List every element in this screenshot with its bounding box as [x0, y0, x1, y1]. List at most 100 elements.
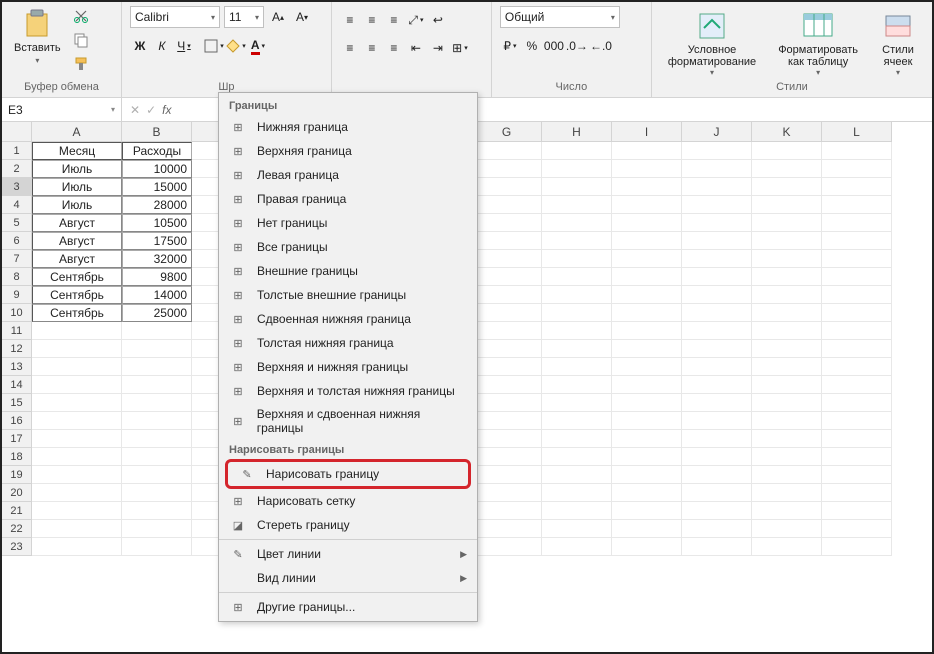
cut-button[interactable] [71, 6, 91, 26]
row-header[interactable]: 10 [2, 304, 32, 322]
cell[interactable] [612, 466, 682, 484]
cell[interactable] [472, 322, 542, 340]
cell[interactable] [32, 448, 122, 466]
cell[interactable] [32, 376, 122, 394]
cell[interactable] [752, 520, 822, 538]
currency-button[interactable]: ₽▾ [500, 36, 520, 56]
cell[interactable] [612, 268, 682, 286]
cell[interactable] [752, 358, 822, 376]
cell[interactable] [612, 160, 682, 178]
cell[interactable] [752, 196, 822, 214]
align-center-button[interactable]: ≡ [362, 38, 382, 58]
cell[interactable] [682, 196, 752, 214]
menu-item-draw-border[interactable]: ✎ Нарисовать границу [228, 462, 468, 486]
cell[interactable] [472, 250, 542, 268]
cell[interactable] [472, 340, 542, 358]
merge-button[interactable]: ⊞▾ [450, 38, 470, 58]
menu-item-border-option[interactable]: ⊞Левая граница [219, 163, 477, 187]
cell[interactable] [682, 394, 752, 412]
font-size-select[interactable]: 11▾ [224, 6, 264, 28]
cell[interactable] [542, 322, 612, 340]
cell[interactable] [472, 358, 542, 376]
row-header[interactable]: 6 [2, 232, 32, 250]
menu-item-border-option[interactable]: ⊞Верхняя и толстая нижняя границы [219, 379, 477, 403]
bold-button[interactable]: Ж [130, 36, 150, 56]
select-all-corner[interactable] [2, 122, 32, 142]
cell[interactable] [472, 142, 542, 160]
fill-color-button[interactable]: ▾ [226, 36, 246, 56]
cell[interactable] [682, 448, 752, 466]
menu-item-border-option[interactable]: ⊞Нижняя граница [219, 115, 477, 139]
menu-item-other-borders[interactable]: ⊞ Другие границы... [219, 595, 477, 619]
cell[interactable] [612, 412, 682, 430]
cell[interactable] [822, 160, 892, 178]
cell[interactable] [612, 304, 682, 322]
column-header[interactable]: K [752, 122, 822, 142]
cell[interactable] [32, 412, 122, 430]
cell[interactable] [822, 448, 892, 466]
cell[interactable] [122, 322, 192, 340]
wrap-text-button[interactable]: ↩ [428, 10, 448, 30]
cell[interactable] [32, 430, 122, 448]
cell[interactable]: Сентябрь [32, 268, 122, 286]
cell[interactable] [542, 214, 612, 232]
row-header[interactable]: 8 [2, 268, 32, 286]
cell[interactable] [122, 394, 192, 412]
cell[interactable] [122, 412, 192, 430]
cell[interactable] [612, 286, 682, 304]
cell[interactable]: Август [32, 250, 122, 268]
cell[interactable] [612, 196, 682, 214]
row-header[interactable]: 7 [2, 250, 32, 268]
row-header[interactable]: 16 [2, 412, 32, 430]
cell[interactable] [682, 268, 752, 286]
cell[interactable] [542, 286, 612, 304]
cell[interactable] [472, 448, 542, 466]
cell[interactable] [822, 178, 892, 196]
cell[interactable] [542, 448, 612, 466]
decrease-font-button[interactable]: A▾ [292, 7, 312, 27]
cell[interactable] [122, 484, 192, 502]
cell[interactable] [822, 466, 892, 484]
cell[interactable] [612, 538, 682, 556]
cell[interactable]: 9800 [122, 268, 192, 286]
cell[interactable] [542, 196, 612, 214]
cell[interactable] [612, 232, 682, 250]
cell[interactable] [752, 484, 822, 502]
cell[interactable] [822, 412, 892, 430]
cell[interactable] [822, 502, 892, 520]
cell[interactable] [822, 304, 892, 322]
menu-item-line-style[interactable]: Вид линии ▶ [219, 566, 477, 590]
cell[interactable]: Месяц [32, 142, 122, 160]
cell[interactable] [472, 286, 542, 304]
cell[interactable] [542, 250, 612, 268]
copy-button[interactable] [71, 30, 91, 50]
cell[interactable]: Июль [32, 160, 122, 178]
cell[interactable] [612, 214, 682, 232]
cell[interactable] [682, 322, 752, 340]
cell[interactable] [612, 520, 682, 538]
decrease-indent-button[interactable]: ⇤ [406, 38, 426, 58]
number-format-select[interactable]: Общий▾ [500, 6, 620, 28]
column-header[interactable]: B [122, 122, 192, 142]
align-right-button[interactable]: ≡ [384, 38, 404, 58]
cell[interactable] [682, 142, 752, 160]
cell[interactable] [752, 178, 822, 196]
fx-icon[interactable]: fх [162, 103, 171, 117]
cell[interactable] [612, 250, 682, 268]
column-header[interactable]: J [682, 122, 752, 142]
menu-item-border-option[interactable]: ⊞Верхняя и нижняя границы [219, 355, 477, 379]
cell[interactable]: 10000 [122, 160, 192, 178]
cell[interactable] [472, 520, 542, 538]
cell[interactable] [822, 214, 892, 232]
comma-button[interactable]: 000 [544, 36, 564, 56]
cell[interactable] [472, 214, 542, 232]
row-header[interactable]: 17 [2, 430, 32, 448]
format-painter-button[interactable] [71, 54, 91, 74]
cell[interactable] [612, 502, 682, 520]
cell[interactable]: Июль [32, 178, 122, 196]
cell[interactable] [752, 232, 822, 250]
row-header[interactable]: 18 [2, 448, 32, 466]
cell[interactable] [122, 358, 192, 376]
menu-item-erase-border[interactable]: ◪ Стереть границу [219, 513, 477, 537]
cell[interactable] [542, 340, 612, 358]
